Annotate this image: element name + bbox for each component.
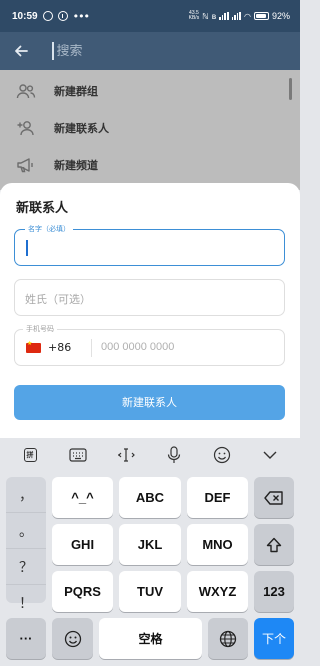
nfc-icon: ℕ <box>202 11 209 21</box>
last-name-placeholder: 姓氏（可选） <box>25 293 91 306</box>
comma-key[interactable]: ， <box>6 477 46 513</box>
question-key[interactable]: ？ <box>6 549 46 585</box>
key-wxyz[interactable]: WXYZ <box>187 571 248 612</box>
country-code[interactable]: +86 <box>48 341 71 354</box>
keyboard-icon[interactable] <box>67 444 89 466</box>
phone-label: 手机号码 <box>23 324 57 334</box>
group-icon <box>16 81 36 101</box>
create-contact-button[interactable]: 新建联系人 <box>14 385 285 420</box>
new-contact-sheet: 新联系人 名字（必填） 姓氏（可选） 手机号码 +86 000 0000 000… <box>0 183 300 438</box>
key-ghi[interactable]: GHI <box>52 524 113 565</box>
key-tuv[interactable]: TUV <box>119 571 181 612</box>
text-cursor-icon[interactable] <box>115 444 137 466</box>
network-speed-unit: KB/s <box>188 15 200 21</box>
shift-icon <box>266 537 282 552</box>
china-flag-icon[interactable] <box>26 340 41 353</box>
key-emoticon[interactable]: ^_^ <box>52 477 113 518</box>
more-notifications-icon: ••• <box>72 9 90 23</box>
signal-icon <box>219 12 229 20</box>
menu-item-label: 新建联系人 <box>54 121 109 135</box>
backspace-key[interactable] <box>254 477 294 518</box>
emoji-key-icon <box>64 630 81 647</box>
battery-percent: 92% <box>271 11 290 21</box>
period-key[interactable]: 。 <box>6 513 46 549</box>
menu-item-new-group[interactable]: 新建群组 <box>0 72 300 109</box>
sheet-title: 新联系人 <box>16 201 69 216</box>
ime-switch-icon[interactable]: 拼 <box>19 444 41 466</box>
search-bar <box>0 32 300 70</box>
phone-input[interactable]: 000 0000 0000 <box>101 341 174 353</box>
exclamation-key[interactable]: ！ <box>6 585 46 621</box>
key-abc[interactable]: ABC <box>119 477 181 518</box>
status-bar: 10:59 ••• 43.5 KB/s ℕ ʙ ◠ 92% <box>0 0 300 32</box>
status-time: 10:59 <box>12 10 38 22</box>
shift-key[interactable] <box>254 524 294 565</box>
language-key[interactable] <box>208 618 248 659</box>
first-name-field[interactable]: 名字（必填） <box>14 224 285 266</box>
menu-item-label: 新建频道 <box>54 158 98 172</box>
next-key[interactable]: 下个 <box>254 618 294 659</box>
notification-icon <box>42 11 53 21</box>
menu-item-label: 新建群组 <box>54 84 98 98</box>
key-pqrs[interactable]: PQRS <box>52 571 113 612</box>
app-background: 10:59 ••• 43.5 KB/s ℕ ʙ ◠ 92% 搜索 新建群组 新建… <box>0 0 300 190</box>
key-def[interactable]: DEF <box>187 477 248 518</box>
megaphone-icon <box>16 155 36 175</box>
collapse-icon[interactable] <box>259 444 281 466</box>
first-name-label: 名字（必填） <box>25 224 73 234</box>
keyboard-toolbar: 拼 <box>0 438 300 472</box>
network-speed: 43.5 KB/s <box>189 11 200 21</box>
text-caret <box>26 240 28 256</box>
battery-fill <box>255 14 267 18</box>
search-input[interactable] <box>53 43 254 59</box>
last-name-field[interactable]: 姓氏（可选） <box>14 279 285 316</box>
key-mno[interactable]: MNO <box>187 524 248 565</box>
back-arrow-icon[interactable] <box>12 42 30 60</box>
backspace-icon <box>264 490 283 505</box>
menu-list: 新建群组 新建联系人 新建频道 <box>0 70 300 183</box>
bluetooth-icon: ʙ <box>211 11 217 21</box>
notification-icon-2 <box>57 11 68 21</box>
globe-icon <box>219 630 237 647</box>
signal-icon-2 <box>231 12 241 20</box>
ime-switch-label: 拼 <box>23 448 37 462</box>
microphone-icon[interactable] <box>163 444 185 466</box>
phone-field[interactable]: 手机号码 +86 000 0000 0000 <box>14 324 285 366</box>
emoji-key[interactable] <box>52 618 93 659</box>
wifi-icon: ◠ <box>244 11 251 21</box>
divider <box>91 339 92 357</box>
punctuation-column[interactable]: ， 。 ？ ！ <box>6 477 46 612</box>
battery-icon <box>253 12 269 20</box>
numbers-key[interactable]: 123 <box>254 571 294 612</box>
menu-item-new-channel[interactable]: 新建频道 <box>0 146 300 183</box>
key-jkl[interactable]: JKL <box>119 524 181 565</box>
add-person-icon <box>16 118 36 138</box>
emoji-icon[interactable] <box>211 444 233 466</box>
scrollbar[interactable] <box>289 78 292 100</box>
menu-item-new-contact[interactable]: 新建联系人 <box>0 109 300 146</box>
symbols-key[interactable]: ··· <box>6 618 46 659</box>
space-key[interactable]: 空格 <box>99 618 202 659</box>
